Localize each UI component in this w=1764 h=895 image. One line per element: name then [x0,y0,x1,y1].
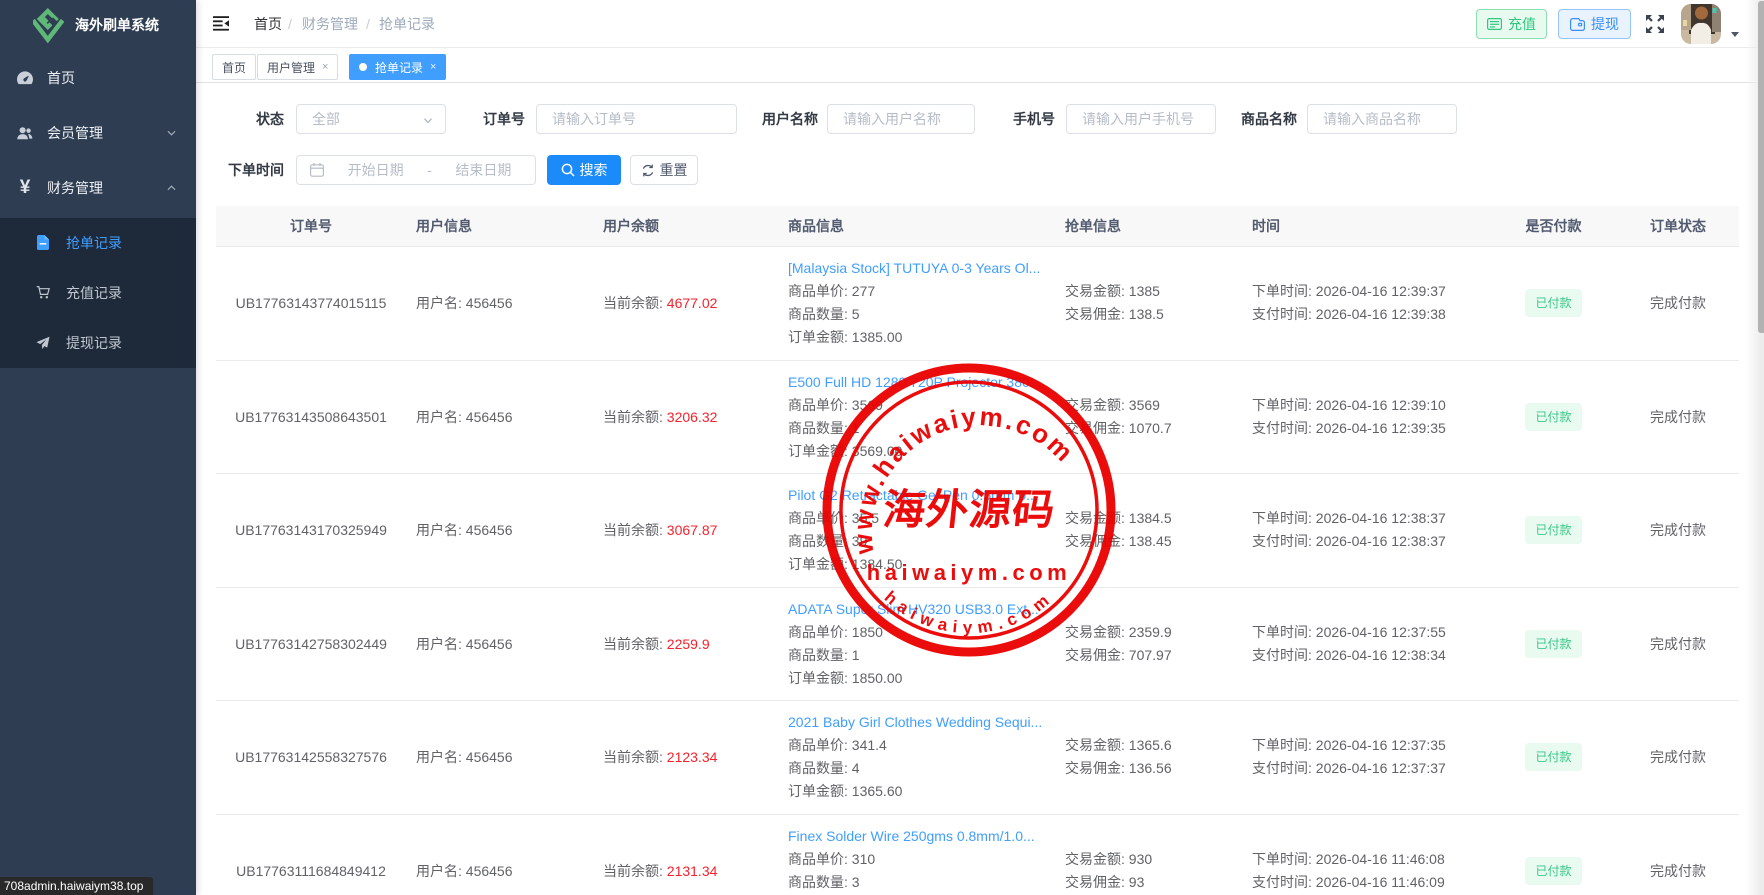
svg-text:haiwaiym.com: haiwaiym.com [881,587,1057,637]
svg-text:haiwaiym.com: haiwaiym.com [867,560,1071,585]
svg-text:海外源码: 海外源码 [881,486,1058,533]
